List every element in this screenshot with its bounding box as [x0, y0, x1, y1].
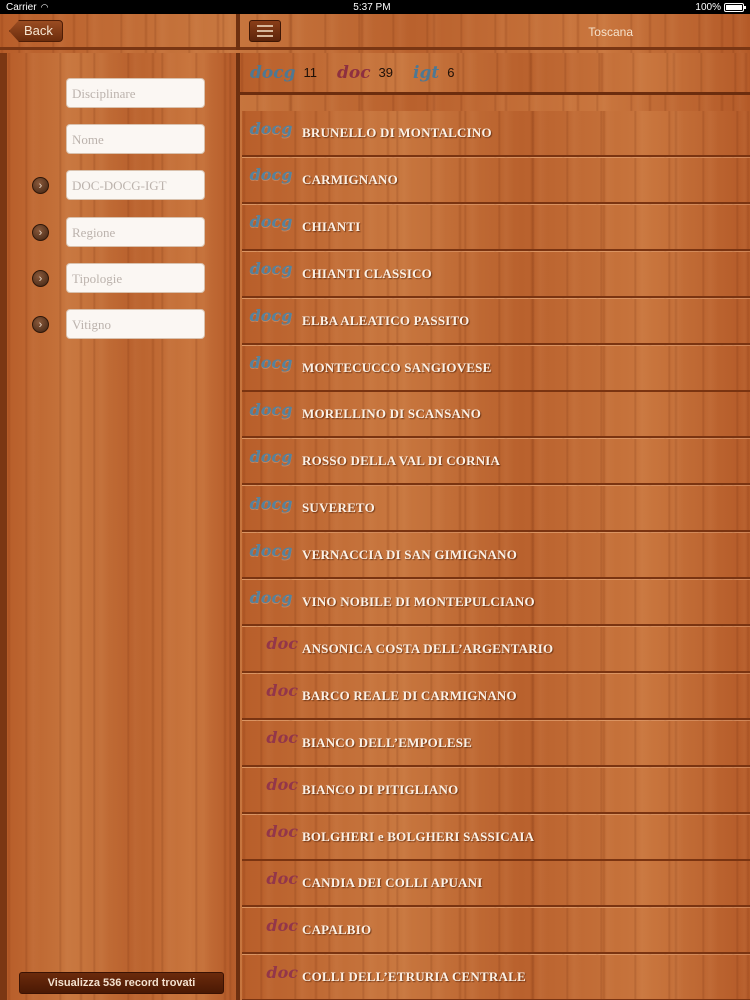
type-counts: docg 11 doc 39 igt 6 [240, 53, 750, 95]
wine-name: SUVERETO [302, 500, 375, 516]
navigation-bar: Back Toscana [0, 14, 750, 50]
chevron-right-icon[interactable]: › [32, 269, 49, 287]
wine-type-badge: doc [266, 634, 298, 654]
wine-row[interactable]: docg MONTECUCCO SANGIOVESE [242, 345, 750, 392]
wine-name: ANSONICA COSTA DELL’ARGENTARIO [302, 640, 554, 656]
wine-row[interactable]: doc CANDIA DEI COLLI APUANI [242, 861, 750, 908]
wine-name: BARCO REALE DI CARMIGNANO [302, 687, 517, 703]
count-value-igt: 6 [447, 65, 455, 80]
wine-name: VERNACCIA DI SAN GIMIGNANO [302, 547, 518, 563]
wine-name: CANDIA DEI COLLI APUANI [302, 875, 483, 891]
count-value-doc: 39 [378, 65, 394, 80]
wine-name: VINO NOBILE DI MONTEPULCIANO [302, 594, 535, 609]
wine-name: BRUNELLO DI MONTALCINO [302, 125, 492, 140]
menu-icon [257, 25, 273, 27]
carrier-label: Carrier [6, 1, 37, 13]
wine-name: BIANCO DI PITIGLIANO [302, 781, 459, 797]
wine-row[interactable]: doc BOLGHERI e BOLGHERI SASSICAIA [242, 814, 750, 861]
wine-type-badge: doc [266, 681, 298, 701]
wine-type-badge: doc [266, 915, 298, 935]
chevron-right-icon[interactable]: › [32, 223, 49, 241]
wine-name: CARMIGNANO [302, 171, 398, 187]
wine-name: COLLI DELL’ETRURIA CENTRALE [302, 969, 526, 985]
menu-icon-line [257, 35, 273, 37]
show-records-button[interactable]: Visualizza 536 record trovati [19, 972, 224, 994]
wine-row[interactable]: doc CAPALBIO [242, 908, 750, 955]
wine-row[interactable]: doc COLLI DELL’ETRURIA CENTRALE [242, 955, 750, 1000]
wine-name: BOLGHERI e BOLGHERI SASSICAIA [302, 828, 535, 844]
wine-row[interactable]: docg ROSSO DELLA VAL DI CORNIA [242, 439, 750, 486]
wine-row[interactable]: docg BRUNELLO DI MONTALCINO [242, 111, 750, 157]
wine-list-panel: docg 11 doc 39 igt 6 docg BRUNELLO DI MONTALCI… [240, 53, 750, 1000]
filter-field-disciplinare[interactable]: Disciplinare [66, 78, 205, 108]
menu-icon-line [257, 30, 273, 32]
count-tag-docg: docg [250, 62, 296, 83]
back-button[interactable]: Back [9, 20, 63, 42]
wine-row[interactable]: docg VERNACCIA DI SAN GIMIGNANO [242, 533, 750, 580]
wine-row[interactable]: doc BARCO REALE DI CARMIGNANO [242, 673, 750, 720]
wine-type-badge: docg [249, 212, 293, 232]
wine-name: CHIANTI [302, 218, 361, 234]
battery-icon [724, 2, 746, 12]
wine-type-badge: docg [249, 118, 293, 138]
status-bar: Carrier ◠ 5:37 PM 100% [0, 0, 750, 14]
wine-name: CAPALBIO [302, 922, 372, 938]
wine-type-badge: doc [266, 822, 298, 841]
wine-type-badge: doc [266, 868, 298, 888]
wine-name: MORELLINO DI SCANSANO [302, 406, 482, 422]
wine-type-badge: doc [266, 775, 298, 795]
wine-name: CHIANTI CLASSICO [302, 265, 432, 281]
wine-name: ELBA ALEATICO PASSITO [302, 312, 470, 328]
filter-field-doc-docg-igt[interactable]: DOC-DOCG-IGT [66, 170, 205, 201]
wine-row[interactable]: docg VINO NOBILE DI MONTEPULCIANO [242, 580, 750, 626]
wine-type-badge: docg [249, 165, 293, 185]
wine-name: BIANCO DELL’EMPOLESE [302, 734, 473, 750]
wine-type-badge: docg [249, 353, 293, 372]
wine-row[interactable]: doc ANSONICA COSTA DELL’ARGENTARIO [242, 626, 750, 673]
wine-row[interactable]: docg ELBA ALEATICO PASSITO [242, 298, 750, 345]
wine-row[interactable]: docg CHIANTI [242, 204, 750, 251]
filter-field-tipologie[interactable]: Tipologie [66, 262, 205, 293]
wine-type-badge: docg [249, 399, 293, 419]
wine-row[interactable]: doc BIANCO DELL’EMPOLESE [242, 720, 750, 767]
wine-row[interactable]: docg SUVERETO [242, 486, 750, 533]
wine-row[interactable]: doc BIANCO DI PITIGLIANO [242, 767, 750, 814]
wine-type-badge: docg [249, 259, 293, 279]
chevron-right-icon[interactable]: › [32, 316, 49, 333]
wine-type-badge: docg [249, 540, 293, 560]
status-time: 5:37 PM [353, 1, 391, 13]
wine-row[interactable]: docg CARMIGNANO [242, 157, 750, 204]
filter-field-vitigno[interactable]: Vitigno [66, 309, 205, 339]
wine-type-badge: docg [249, 493, 293, 513]
nav-divider [236, 14, 240, 50]
menu-button[interactable] [249, 20, 281, 42]
wine-row[interactable]: docg CHIANTI CLASSICO [242, 251, 750, 298]
wifi-icon: ◠ [40, 1, 49, 12]
battery-percent: 100% [695, 1, 721, 13]
count-tag-igt: igt [413, 62, 440, 83]
page-title: Toscana [588, 25, 633, 39]
wine-type-badge: docg [249, 446, 293, 466]
wine-name: MONTECUCCO SANGIOVESE [302, 359, 492, 375]
wine-type-badge: doc [266, 728, 298, 748]
count-tag-doc: doc [336, 62, 371, 83]
wine-name: ROSSO DELLA VAL DI CORNIA [302, 453, 501, 469]
filter-field-regione[interactable]: Regione [66, 216, 205, 247]
wine-row[interactable]: docg MORELLINO DI SCANSANO [242, 392, 750, 439]
wine-type-badge: docg [249, 306, 293, 326]
wine-type-badge: doc [266, 962, 298, 982]
wine-type-badge: docg [249, 587, 293, 607]
filter-field-nome[interactable]: Nome [66, 124, 205, 155]
count-value-docg: 11 [303, 65, 317, 80]
